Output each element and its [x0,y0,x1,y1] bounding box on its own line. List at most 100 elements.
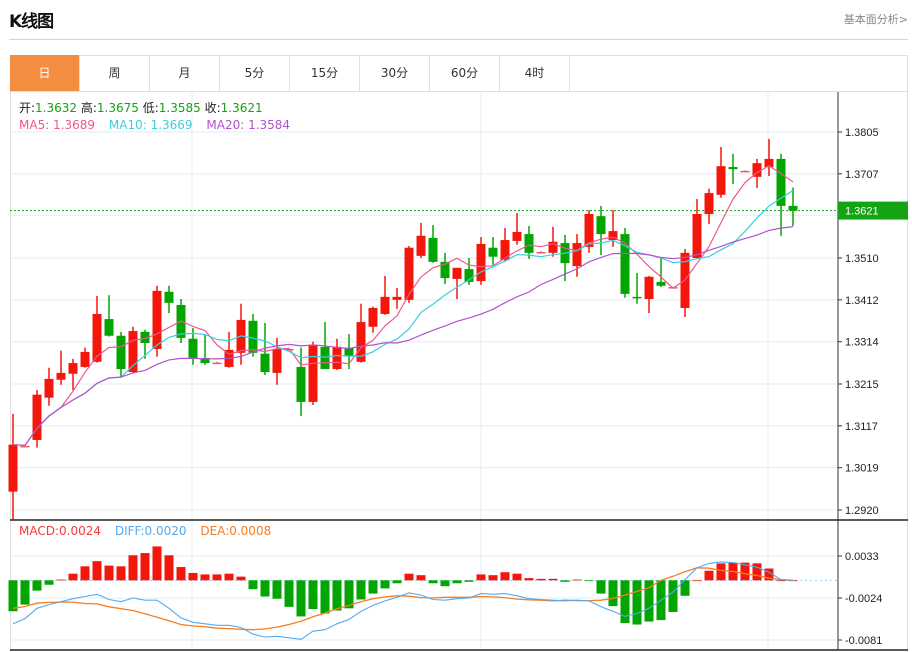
macd-bar [284,580,294,607]
macd-bar [200,574,210,581]
candle-body [332,346,342,370]
candle [536,251,546,254]
macd-bar [368,580,378,594]
macd-bar [392,580,402,584]
candle-body [68,363,78,374]
macd-bar [512,573,522,581]
candle [140,329,150,359]
price-tick-label: 1.3805 [845,127,879,139]
dea-value: DEA:0.0008 [200,524,272,538]
price-tick-label: 1.3510 [845,253,879,265]
macd-bar [776,580,786,582]
candle [752,158,762,188]
candle [644,275,654,314]
macd-bar [572,579,582,581]
current-price-label: 1.3621 [845,206,879,218]
candle [740,170,750,173]
candle [428,225,438,263]
candle-body [644,276,654,300]
candle [680,249,690,317]
macd-bar [536,578,546,581]
macd-tick-label: -0.0081 [845,635,882,647]
candle [584,210,594,253]
candle-body [476,243,486,282]
macd-bar [524,578,534,581]
candle [512,213,522,245]
candle-body [164,291,174,303]
ma20-value: MA20: 1.3584 [206,118,291,132]
macd-bar [80,566,90,581]
candle-body [56,372,66,380]
candle-body [704,193,714,215]
candle-body [104,319,114,336]
candle [116,331,126,377]
macd-tick-label: -0.0024 [845,593,882,605]
ma10-value: MA10: 1.3669 [108,118,193,132]
high-value: 1.3675 [96,101,139,115]
macd-bar [596,580,606,594]
candle-body [776,158,786,206]
candle-body [368,307,378,327]
candle-body [80,351,90,367]
macd-bar [164,555,174,581]
candle [380,275,390,315]
candle-body [296,366,306,402]
ma-info: MA5: 1.3689 MA10: 1.3669 MA20: 1.3584 [19,118,290,132]
candle [464,258,474,285]
macd-bar [404,573,414,581]
macd-bar [464,580,474,582]
macd-bar [716,563,726,581]
close-value: 1.3621 [220,101,263,115]
candle-body [488,247,498,257]
price-tick-label: 1.3019 [845,463,879,475]
macd-bar [500,572,510,581]
ohlc-info: 开:1.3632 高:1.3675 低:1.3585 收:1.3621 [19,99,263,116]
ma10-line [12,189,794,446]
candle-body [572,243,582,267]
candle-body [260,353,270,373]
macd-bar [116,566,126,581]
candle [488,237,498,265]
candle-body [416,235,426,256]
high-label: 高: [80,101,97,115]
macd-bar [32,580,42,591]
candle [392,287,402,309]
candle [332,338,342,370]
macd-bar [272,580,282,599]
candle [548,226,558,257]
candle [308,341,318,405]
candle-body [716,166,726,195]
candle [368,306,378,333]
candle [32,389,42,448]
candle [356,303,366,363]
price-tick-label: 1.3314 [845,337,879,349]
macd-bar [20,580,30,605]
price-tick-label: 1.3412 [845,295,879,307]
candle-body [524,234,534,253]
candle-body [596,216,606,235]
candle [776,153,786,236]
macd-bar [308,580,318,610]
candle [224,331,234,368]
macd-info: MACD:0.0024 DIFF:0.0020 DEA:0.0008 [19,524,271,538]
macd-bar [584,580,594,582]
open-value: 1.3632 [35,101,78,115]
candle-body [692,214,702,258]
candle [92,296,102,363]
candle-body [212,362,222,365]
macd-bar [608,580,618,607]
candle [476,237,486,285]
macd-bar [44,580,54,585]
candle-body [500,240,510,261]
macd-bar [104,565,114,581]
candle [80,347,90,368]
macd-bar [440,580,450,587]
candle-body [632,296,642,299]
candle [44,367,54,406]
open-label: 开: [19,101,36,115]
kline-chart[interactable]: 1.38051.37071.36101.35101.34121.33141.32… [0,0,912,652]
candle-body [188,338,198,358]
macd-bar [128,555,138,581]
candle-body [380,296,390,314]
macd-bar [92,561,102,581]
